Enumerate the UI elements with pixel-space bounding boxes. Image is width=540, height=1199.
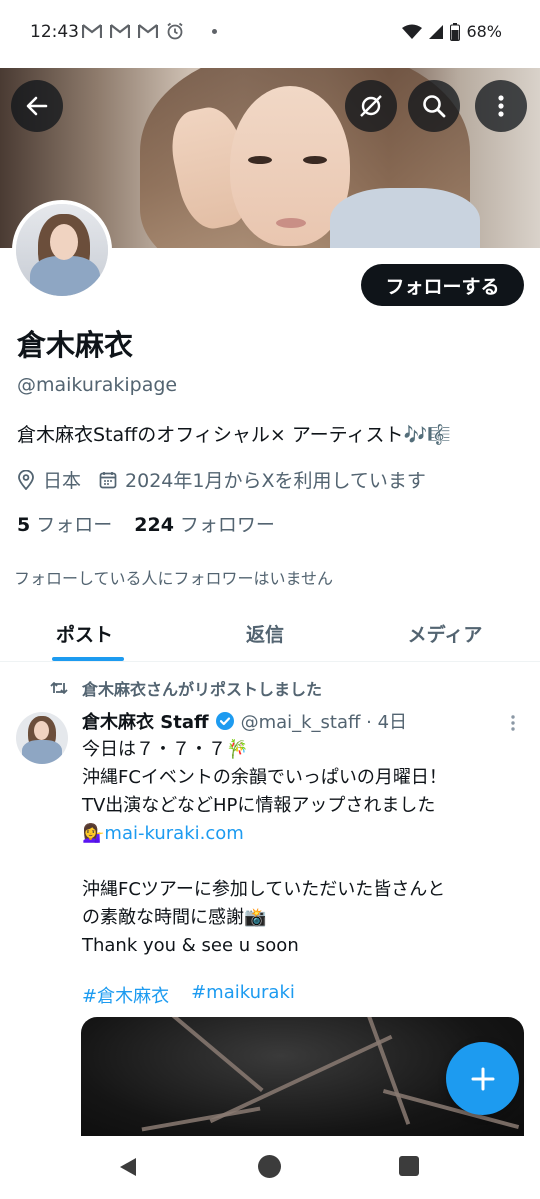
post-line xyxy=(82,848,522,876)
post-line: TV出演などなどHPに情報アップされました xyxy=(82,795,436,816)
profile-joined: 2024年1月からXを利用しています xyxy=(125,470,426,492)
post-line: 今日は７・７・７🎋 xyxy=(82,739,249,760)
status-time: 12:43 xyxy=(30,22,79,42)
post-line: 沖縄FCイベントの余韻でいっぱいの月曜日！ xyxy=(82,767,447,788)
location-icon xyxy=(17,469,35,490)
more-vertical-icon xyxy=(511,715,515,731)
followers-count: 224 xyxy=(134,514,174,536)
post-author[interactable]: 倉木麻衣 Staff xyxy=(82,708,209,734)
post-line: Thank you & see u soon xyxy=(82,935,299,956)
back-button[interactable] xyxy=(11,80,63,132)
compose-post-button[interactable] xyxy=(446,1042,519,1115)
nav-recents-icon[interactable] xyxy=(399,1156,419,1176)
alarm-icon xyxy=(167,22,183,40)
post-hashtags: #倉木麻衣 #maikuraki xyxy=(82,982,295,1008)
post-more-button[interactable] xyxy=(510,714,516,736)
profile-tabs: ポスト 返信 メディア xyxy=(0,608,540,662)
profile-location: 日本 xyxy=(43,470,82,492)
status-bar: 12:43 68% xyxy=(0,0,540,68)
tab-posts[interactable]: ポスト xyxy=(0,608,180,661)
nav-back-icon[interactable] xyxy=(118,1156,138,1178)
profile-meta: 日本 2024年1月からXを利用しています xyxy=(17,466,426,493)
hashtag-link[interactable]: #倉木麻衣 xyxy=(82,982,169,1008)
following-link[interactable]: 5 フォロー xyxy=(17,510,112,537)
battery-percent: 68% xyxy=(466,22,502,41)
battery-icon xyxy=(450,22,461,41)
follow-stats: 5 フォロー 224 フォロワー xyxy=(17,510,275,537)
notification-icons xyxy=(82,22,217,40)
repost-indicator: 倉木麻衣さんがリポストしました xyxy=(50,676,322,700)
followers-link[interactable]: 224 フォロワー xyxy=(134,510,275,537)
post-line: 沖縄FCツアーに参加していただいた皆さんと xyxy=(82,879,446,900)
search-icon xyxy=(423,95,446,118)
following-label: フォロー xyxy=(36,514,113,536)
calendar-icon xyxy=(99,471,117,489)
more-button[interactable] xyxy=(475,80,527,132)
tab-replies[interactable]: 返信 xyxy=(180,608,350,661)
following-count: 5 xyxy=(17,514,31,536)
search-button[interactable] xyxy=(408,80,460,132)
post-link-line: 💁‍♀️mai-kuraki.com xyxy=(82,820,522,848)
mutuals-note: フォローしている人にフォロワーはいません xyxy=(14,569,334,588)
dot-icon xyxy=(212,28,217,34)
repost-icon xyxy=(50,682,68,694)
post-text: 今日は７・７・７🎋 沖縄FCイベントの余韻でいっぱいの月曜日！ TV出演などなど… xyxy=(82,736,522,960)
gmail-icon xyxy=(110,24,130,38)
grok-icon xyxy=(360,95,382,117)
back-arrow-icon xyxy=(26,96,48,116)
gmail-icon xyxy=(138,24,158,38)
tab-label: メディア xyxy=(407,624,483,646)
nav-home-icon[interactable] xyxy=(258,1155,281,1178)
tab-label: ポスト xyxy=(56,624,114,646)
followers-label: フォロワー xyxy=(179,514,275,536)
hashtag-link[interactable]: #maikuraki xyxy=(191,982,295,1008)
profile-avatar[interactable] xyxy=(12,200,112,300)
signal-icon xyxy=(429,24,444,39)
active-tab-indicator xyxy=(52,657,124,661)
person-tipping-hand-emoji: 💁‍♀️ xyxy=(82,823,105,844)
plus-icon xyxy=(471,1067,494,1090)
post-author-avatar[interactable] xyxy=(16,712,68,764)
post-line: の素敵な時間に感謝📸 xyxy=(82,907,267,928)
more-vertical-icon xyxy=(498,95,504,117)
repost-label: 倉木麻衣さんがリポストしました xyxy=(82,680,323,699)
tab-media[interactable]: メディア xyxy=(350,608,540,661)
post-header: 倉木麻衣 Staff @mai_k_staff · 4日 xyxy=(82,708,407,734)
post-link[interactable]: mai-kuraki.com xyxy=(104,823,243,844)
profile-name: 倉木麻衣 xyxy=(17,328,134,362)
verified-badge-icon xyxy=(215,711,235,731)
profile-bio: 倉木麻衣Staffのオフィシャル× アーティスト🎶🎼 xyxy=(17,424,451,446)
follow-button[interactable]: フォローする xyxy=(361,264,524,306)
profile-handle: @maikurakipage xyxy=(17,374,178,396)
grok-button[interactable] xyxy=(345,80,397,132)
gmail-icon xyxy=(82,24,102,38)
post-handle-time: @mai_k_staff · 4日 xyxy=(240,712,408,733)
wifi-icon xyxy=(402,24,423,39)
system-icons: 68% xyxy=(402,22,502,41)
system-navigation-bar xyxy=(0,1136,540,1199)
tab-label: 返信 xyxy=(245,624,284,646)
